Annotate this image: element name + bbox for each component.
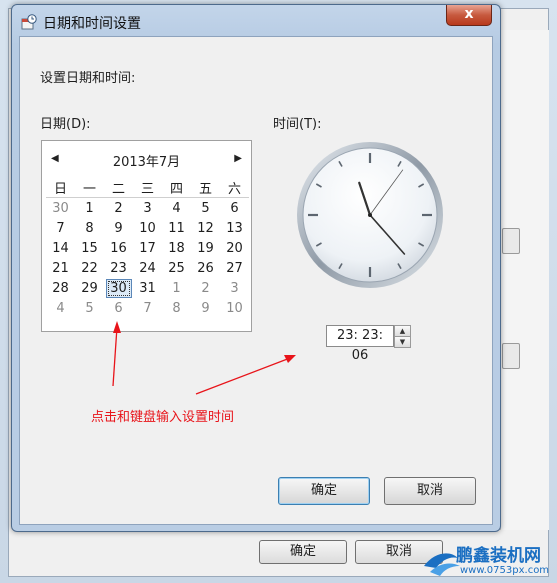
annotation-arrow-to-time [195, 357, 291, 395]
watermark-text: 鹏鑫装机网 [456, 546, 541, 566]
annotation-arrowhead-icon [113, 321, 121, 333]
annotation-arrows [112, 321, 296, 395]
watermark-url: www.0753px.com [460, 565, 550, 576]
annotation-arrow-to-calendar [112, 326, 118, 387]
